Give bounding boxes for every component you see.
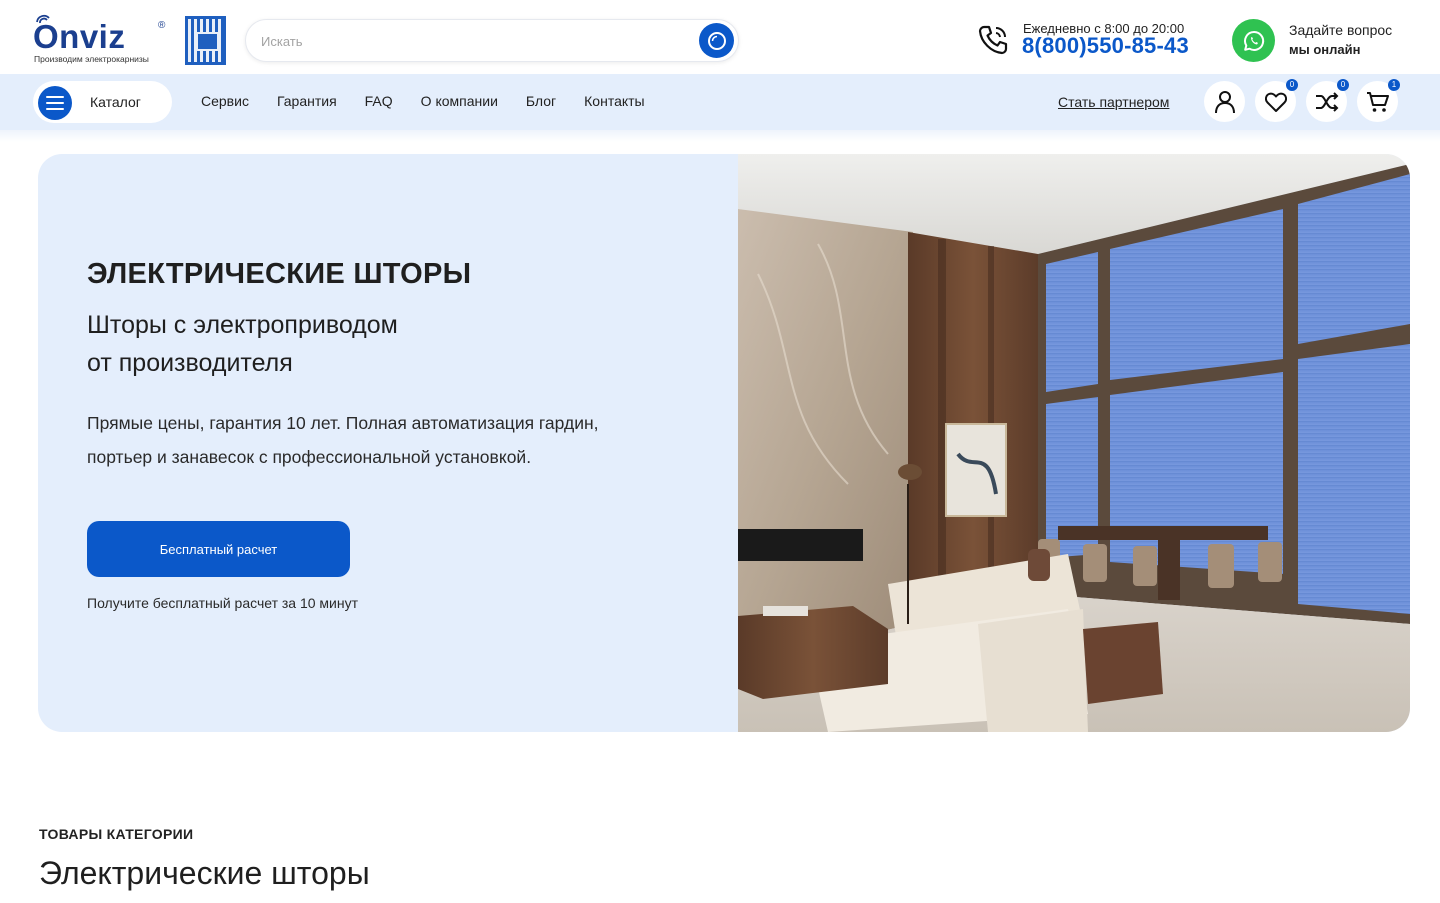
nav-link-service[interactable]: Сервис <box>201 93 249 109</box>
cart-icon <box>1366 91 1389 112</box>
section-tag: ТОВАРЫ КАТЕГОРИИ <box>39 826 194 842</box>
hero-subtitle-line: Шторы с электроприводом <box>87 311 398 339</box>
hero-subtitle: Шторы с электроприводом от производителя <box>87 306 507 382</box>
account-button[interactable] <box>1204 81 1245 122</box>
logo-tagline: Производим электрокарнизы <box>34 54 149 64</box>
cart-badge: 1 <box>1388 79 1400 91</box>
compare-badge: 0 <box>1337 79 1349 91</box>
hero-description: Прямые цены, гарантия 10 лет. Полная авт… <box>87 406 687 474</box>
nav-link-contacts[interactable]: Контакты <box>584 93 644 109</box>
main-navbar: Каталог Сервис Гарантия FAQ О компании Б… <box>0 74 1440 130</box>
whatsapp-icon <box>1243 30 1264 51</box>
nav-link-about[interactable]: О компании <box>421 93 498 109</box>
whatsapp-button[interactable] <box>1232 19 1275 62</box>
logo-text: Onviz <box>33 18 126 55</box>
section-title: Электрические шторы <box>39 855 370 891</box>
estimate-note: Получите бесплатный расчет за 10 минут <box>87 595 359 611</box>
heart-icon <box>1264 92 1287 112</box>
hero-banner: ЭЛЕКТРИЧЕСКИЕ ШТОРЫ Шторы с электроприво… <box>38 154 1410 732</box>
nav-link-blog[interactable]: Блог <box>526 93 556 109</box>
user-icon <box>1214 90 1235 113</box>
hero-description-line: портьер и занавесок с профессиональной у… <box>87 447 532 467</box>
search-input[interactable] <box>261 30 681 52</box>
menu-icon <box>38 86 72 120</box>
search-icon <box>707 31 726 50</box>
hero-description-line: Прямые цены, гарантия 10 лет. Полная авт… <box>87 413 599 433</box>
shuffle-icon <box>1315 91 1338 112</box>
navbar-shadow <box>0 130 1440 142</box>
hero-interior-image <box>738 154 1410 732</box>
top-header: Onviz ® Производим электрокарнизы Ежедне… <box>0 0 1440 74</box>
hero-subtitle-line: от производителя <box>87 349 293 377</box>
compare-button[interactable]: 0 <box>1306 79 1349 122</box>
favorites-badge: 0 <box>1286 79 1298 91</box>
search-button[interactable] <box>699 23 734 58</box>
logo[interactable]: Onviz ® Производим электрокарнизы <box>33 14 173 66</box>
free-estimate-button[interactable]: Бесплатный расчет <box>87 521 350 577</box>
qr-code-icon <box>188 19 223 62</box>
online-label: мы онлайн <box>1289 42 1361 57</box>
search-bar <box>245 19 739 62</box>
become-partner-link[interactable]: Стать партнером <box>1058 94 1169 110</box>
nav-link-faq[interactable]: FAQ <box>365 93 393 109</box>
favorites-button[interactable]: 0 <box>1255 79 1298 122</box>
nav-link-warranty[interactable]: Гарантия <box>277 93 337 109</box>
phone-number[interactable]: 8(800)550-85-43 <box>1022 33 1189 59</box>
hero-title: ЭЛЕКТРИЧЕСКИЕ ШТОРЫ <box>87 258 472 290</box>
quality-badge-qr[interactable] <box>185 16 226 65</box>
registered-mark: ® <box>158 20 166 31</box>
ask-question-label: Задайте вопрос <box>1289 22 1393 38</box>
phone-icon <box>978 25 1008 55</box>
catalog-button[interactable]: Каталог <box>33 81 172 123</box>
cart-button[interactable]: 1 <box>1357 79 1400 122</box>
catalog-label: Каталог <box>90 94 141 110</box>
nav-links: Сервис Гарантия FAQ О компании Блог Конт… <box>201 93 645 109</box>
